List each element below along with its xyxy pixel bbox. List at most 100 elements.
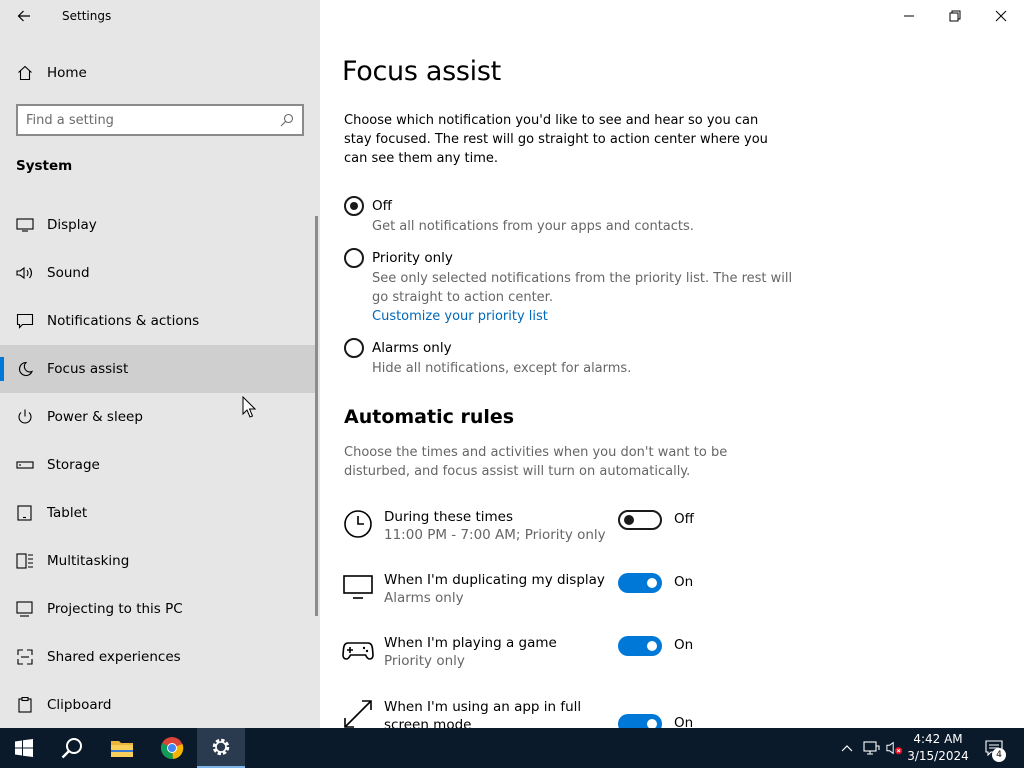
chrome-button[interactable]	[148, 728, 196, 768]
sidebar-item-label: Shared experiences	[47, 649, 181, 665]
toggle-state-text: On	[674, 715, 694, 728]
volume-tray-button[interactable]	[886, 738, 904, 758]
radio-button-alarms-only[interactable]	[344, 338, 364, 358]
sidebar-item-projecting[interactable]: Projecting to this PC	[0, 585, 316, 633]
radio-button-priority-only[interactable]	[344, 248, 364, 268]
clock-date: 3/15/2024	[907, 749, 969, 763]
rule-toggle-playing-game[interactable]	[618, 636, 662, 656]
radio-description: See only selected notifications from the…	[372, 269, 802, 326]
network-icon	[863, 741, 880, 755]
sidebar-item-display[interactable]: Display	[0, 201, 316, 249]
sidebar-item-label: Power & sleep	[47, 409, 143, 425]
notifications-icon	[16, 313, 34, 329]
app-title: Settings	[62, 9, 112, 23]
clock-time: 4:42 AM	[913, 732, 963, 746]
sidebar-item-label: Display	[47, 217, 97, 233]
toggle-knob	[647, 578, 657, 588]
rule-title: When I'm duplicating my display	[384, 572, 605, 588]
sidebar-item-label: Home	[47, 65, 87, 81]
rule-toggle-duplicating-display[interactable]	[618, 573, 662, 593]
monitor-icon	[343, 575, 373, 599]
rule-toggle-full-screen[interactable]	[618, 714, 662, 728]
customize-priority-list-link[interactable]: Customize your priority list	[372, 309, 548, 324]
search-box[interactable]	[16, 104, 304, 136]
rule-during-these-times[interactable]: During these times 11:00 PM - 7:00 AM; P…	[342, 508, 1002, 564]
rule-subtitle: Alarms only	[384, 590, 464, 606]
minimize-button[interactable]	[886, 0, 932, 32]
volume-muted-icon	[886, 741, 903, 755]
close-icon	[995, 10, 1007, 22]
system-clock[interactable]: 4:42 AM 3/15/2024	[905, 731, 971, 765]
clock-icon	[344, 510, 372, 538]
sidebar-item-shared-experiences[interactable]: Shared experiences	[0, 633, 316, 681]
sidebar-item-focus-assist[interactable]: Focus assist	[0, 345, 316, 393]
rule-playing-game[interactable]: When I'm playing a game Priority only On	[342, 634, 1002, 690]
power-icon	[18, 409, 32, 424]
settings-taskbar-button[interactable]	[197, 728, 245, 768]
radio-label: Off	[372, 198, 392, 214]
sidebar-item-label: Sound	[47, 265, 90, 281]
sidebar-item-home[interactable]: Home	[0, 57, 320, 89]
toggle-state-text: On	[674, 637, 694, 653]
chevron-up-icon	[841, 745, 853, 752]
rule-full-screen-app[interactable]: When I'm using an app in full screen mod…	[342, 698, 1002, 728]
search-icon	[61, 738, 82, 759]
sidebar-item-label: Clipboard	[47, 697, 112, 713]
tablet-icon	[17, 505, 32, 521]
taskbar-search-button[interactable]	[48, 728, 96, 768]
sidebar-scrollbar[interactable]	[315, 216, 318, 616]
radio-label: Alarms only	[372, 340, 452, 356]
rule-subtitle: 11:00 PM - 7:00 AM; Priority only	[384, 527, 606, 543]
automatic-rules-heading: Automatic rules	[344, 406, 515, 428]
toggle-knob	[624, 515, 634, 525]
taskbar: 4:42 AM 3/15/2024 4	[0, 728, 1024, 768]
search-input[interactable]	[26, 111, 266, 129]
sidebar-item-notifications[interactable]: Notifications & actions	[0, 297, 316, 345]
minimize-icon	[904, 15, 914, 17]
radio-button-off[interactable]	[344, 196, 364, 216]
sidebar-item-multitasking[interactable]: Multitasking	[0, 537, 316, 585]
toggle-state-text: On	[674, 574, 694, 590]
rule-title: During these times	[384, 509, 513, 525]
chrome-icon	[160, 737, 184, 760]
clipboard-icon	[18, 697, 32, 713]
sidebar-item-label: Projecting to this PC	[47, 601, 183, 617]
settings-icon	[212, 738, 230, 756]
display-icon	[16, 218, 34, 232]
back-button[interactable]	[8, 2, 40, 30]
start-icon	[15, 739, 33, 757]
close-button[interactable]	[978, 0, 1024, 32]
sidebar-item-power-sleep[interactable]: Power & sleep	[0, 393, 316, 441]
rule-toggle-during-these-times[interactable]	[618, 510, 662, 530]
sidebar-item-label: Multitasking	[47, 553, 130, 569]
rule-duplicating-display[interactable]: When I'm duplicating my display Alarms o…	[342, 571, 1002, 627]
sidebar-item-tablet[interactable]: Tablet	[0, 489, 316, 537]
projecting-icon	[16, 601, 33, 617]
toggle-state-text: Off	[674, 511, 694, 527]
rule-subtitle: Priority only	[384, 653, 465, 669]
file-explorer-icon	[111, 741, 133, 757]
network-tray-button[interactable]	[862, 738, 880, 758]
storage-icon	[16, 461, 34, 469]
restore-button[interactable]	[932, 0, 978, 32]
page-title: Focus assist	[342, 56, 501, 87]
sidebar-item-sound[interactable]: Sound	[0, 249, 316, 297]
search-icon[interactable]	[280, 113, 294, 127]
show-hidden-icons-button[interactable]	[838, 738, 856, 758]
radio-description: Hide all notifications, except for alarm…	[372, 361, 632, 376]
toggle-knob	[647, 719, 657, 728]
start-button[interactable]	[0, 728, 48, 768]
toggle-knob	[647, 641, 657, 651]
title-bar: Settings	[0, 0, 320, 32]
file-explorer-button[interactable]	[98, 728, 146, 768]
radio-description-text: See only selected notifications from the…	[372, 271, 793, 305]
sidebar-item-storage[interactable]: Storage	[0, 441, 316, 489]
rule-title: When I'm playing a game	[384, 635, 557, 651]
sidebar-nav: Display Sound Notifications & actions Fo…	[0, 201, 320, 729]
sidebar-item-label: Storage	[47, 457, 100, 473]
sidebar-item-label: Notifications & actions	[47, 313, 200, 329]
mouse-cursor-icon	[242, 396, 256, 418]
gamepad-icon	[342, 642, 374, 660]
rule-title: When I'm using an app in full screen mod…	[384, 699, 582, 728]
sidebar-item-clipboard[interactable]: Clipboard	[0, 681, 316, 729]
